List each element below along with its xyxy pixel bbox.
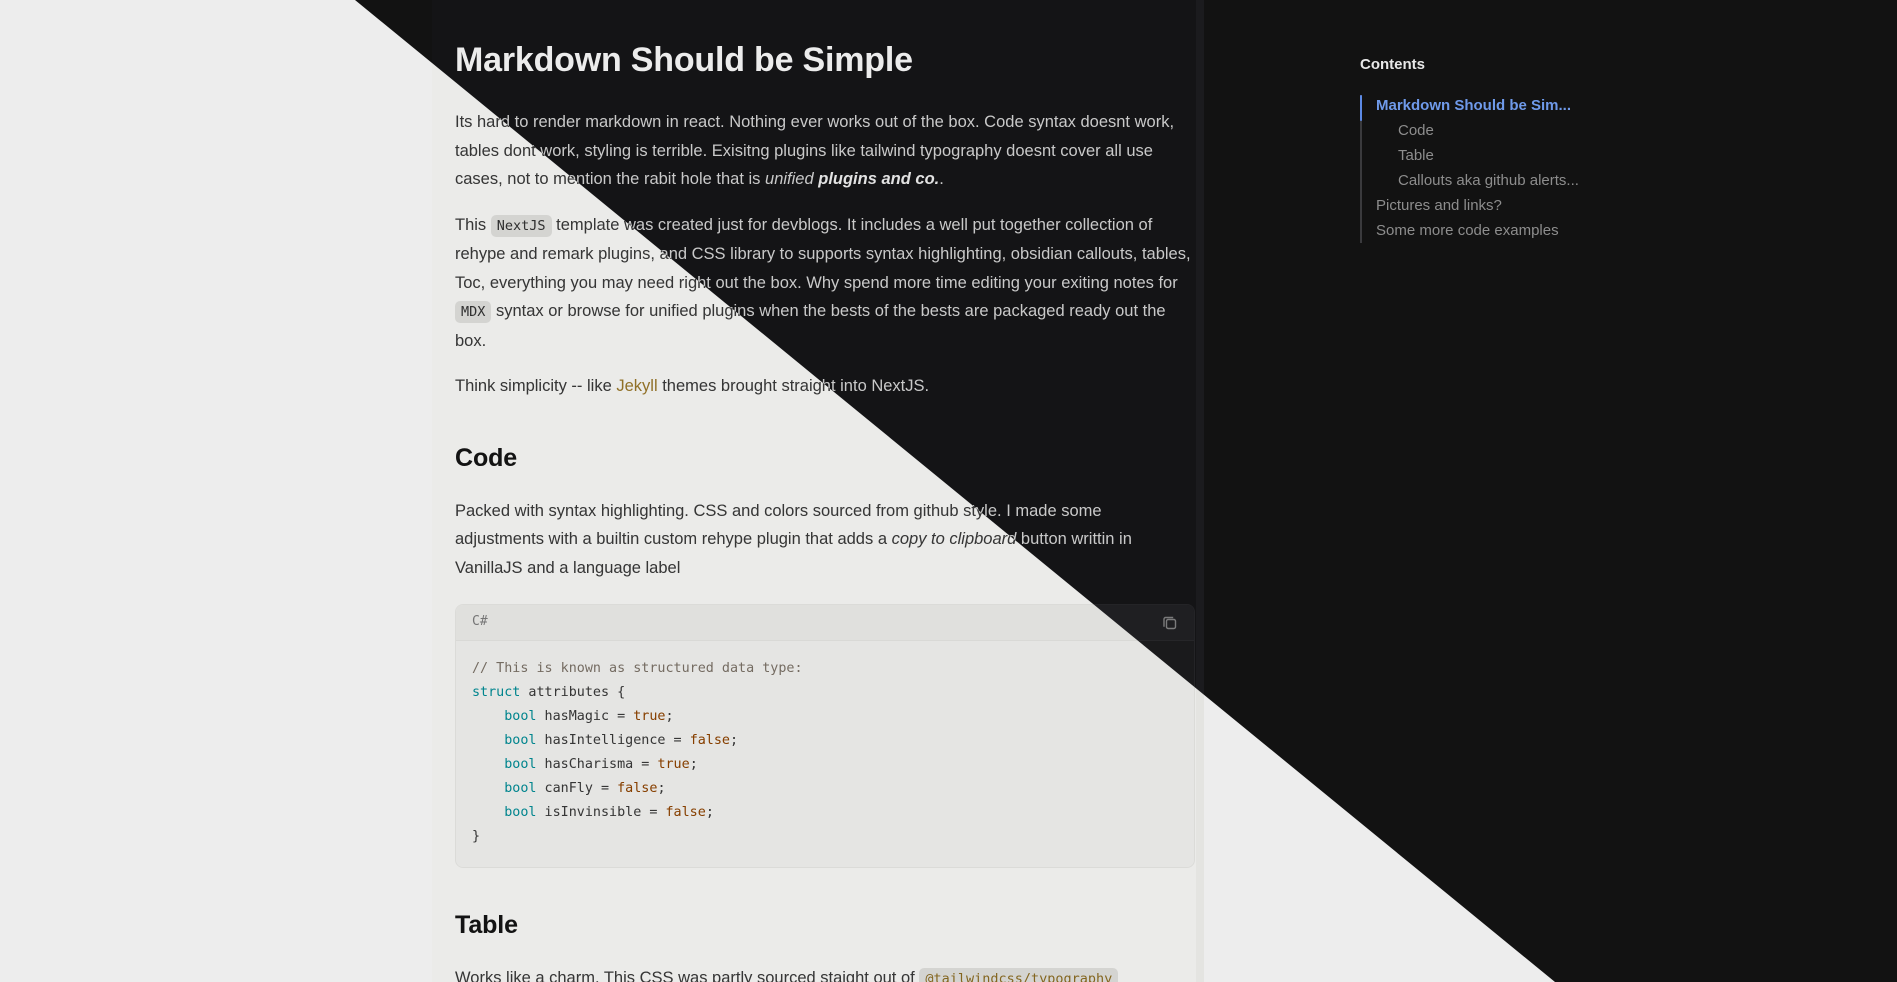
second-text-part3: syntax or browse for unified plugins whe… — [455, 302, 1166, 350]
toc-item-5[interactable]: Some more code examples — [1376, 218, 1780, 243]
code-token: bool — [472, 781, 537, 796]
toc-list: Markdown Should be Sim... Code Table Callou… — [1360, 93, 1780, 243]
code-line: } — [472, 829, 480, 844]
jekyll-link[interactable]: Jekyll — [616, 377, 657, 395]
code-token: ; — [665, 709, 674, 724]
code-line: struct attributes { — [472, 685, 625, 700]
toc-active-indicator — [1360, 95, 1362, 121]
code-token: } — [472, 829, 481, 844]
toc-item-label: Markdown Should be Sim... — [1376, 97, 1572, 114]
section-heading-code: Code — [455, 443, 518, 472]
code-token: bool — [472, 757, 537, 772]
table-section-paragraph: Works like a charm. This CSS was partly … — [455, 964, 1195, 982]
code-token: bool — [472, 709, 537, 724]
code-token: canFly = — [536, 781, 618, 796]
intro-emphasis: unified — [765, 170, 819, 188]
code-token: hasMagic = — [536, 709, 634, 724]
code-block-header: C# — [456, 605, 1194, 641]
toc-heading: Contents — [1360, 56, 1425, 73]
code-token: true — [657, 757, 690, 772]
code-line: bool hasIntelligence = false; — [472, 733, 738, 748]
toc-item-label: Table — [1398, 147, 1434, 164]
intro-text-part2: . — [939, 170, 944, 188]
intro-strong: plugins and co. — [818, 170, 940, 188]
code-line: // This is known as structured data type… — [472, 661, 803, 676]
code-token: false — [689, 733, 730, 748]
toc-item-label: Some more code examples — [1376, 222, 1559, 239]
toc-item-2[interactable]: Table — [1376, 143, 1780, 168]
table-para-part1: Works like a charm. This CSS was partly … — [455, 969, 920, 982]
page-title: Markdown Should be Simple — [455, 41, 913, 79]
inline-code-nextjs: NextJS — [490, 214, 552, 237]
code-token: false — [665, 805, 706, 820]
third-text-part1: Think simplicity -- like — [455, 377, 617, 395]
code-token: bool — [472, 805, 537, 820]
toc-item-0[interactable]: Markdown Should be Sim... — [1376, 93, 1780, 118]
code-token: ; — [689, 757, 698, 772]
copy-icon[interactable] — [1160, 613, 1180, 633]
toc-item-3[interactable]: Callouts aka github alerts... — [1376, 168, 1780, 193]
toc-item-1[interactable]: Code — [1376, 118, 1780, 143]
code-token: // This is known as structured data type… — [472, 661, 803, 676]
table-of-contents: Contents Markdown Should be Sim... Code Ta… — [1360, 56, 1780, 243]
code-token: struct — [472, 685, 521, 700]
code-token: isInvinsible = — [536, 805, 666, 820]
second-text-part2: template was created just for devblogs. … — [455, 215, 1191, 292]
code-para-emphasis: copy to clipboard — [891, 530, 1017, 548]
third-paragraph: Think simplicity -- like Jekyll themes b… — [455, 372, 1195, 401]
article-column-rail — [1196, 0, 1204, 982]
code-block: C# // This is known as structured data t… — [455, 604, 1195, 868]
code-token: bool — [472, 733, 537, 748]
inline-code-tailwind: @tailwindcss/typography — [919, 968, 1119, 982]
code-section-paragraph: Packed with syntax highlighting. CSS and… — [455, 497, 1195, 583]
second-text-part1: This — [455, 215, 491, 234]
inline-code-mdx: MDX — [455, 301, 492, 323]
toc-item-label: Pictures and links? — [1376, 197, 1502, 214]
code-token: attributes { — [520, 685, 626, 700]
toc-item-label: Callouts aka github alerts... — [1398, 172, 1579, 189]
code-token: hasCharisma = — [536, 757, 658, 772]
code-line: bool isInvinsible = false; — [472, 805, 714, 820]
code-language-label: C# — [472, 614, 488, 630]
toc-item-label: Code — [1398, 122, 1434, 139]
article-content: Markdown Should be Simple Its hard to re… — [455, 0, 1195, 982]
code-token: hasIntelligence = — [536, 733, 690, 748]
third-text-part2: themes brought straight into NextJS. — [657, 377, 930, 395]
toc-item-4[interactable]: Pictures and links? — [1376, 193, 1780, 218]
page-root: Markdown Should be Simple Its hard to re… — [0, 0, 1897, 982]
code-token: ; — [705, 805, 714, 820]
code-token: false — [617, 781, 658, 796]
code-line: bool hasMagic = true; — [472, 709, 674, 724]
code-line: bool canFly = false; — [472, 781, 666, 796]
intro-paragraph: Its hard to render markdown in react. No… — [455, 108, 1195, 194]
code-token: ; — [730, 733, 739, 748]
second-paragraph: This NextJS template was created just fo… — [455, 211, 1195, 356]
code-token: true — [633, 709, 666, 724]
code-block-body: // This is known as structured data type… — [456, 641, 1194, 867]
section-heading-table: Table — [455, 911, 518, 939]
code-token: ; — [657, 781, 666, 796]
code-line: bool hasCharisma = true; — [472, 757, 698, 772]
